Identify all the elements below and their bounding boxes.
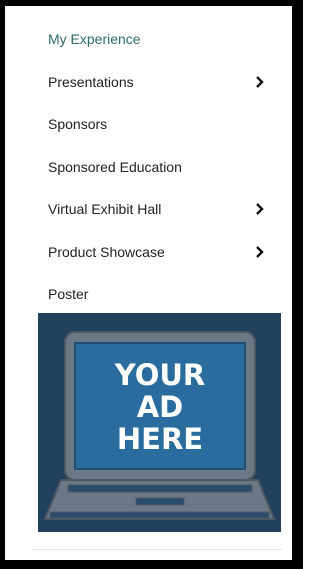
chevron-right-icon[interactable] — [255, 188, 264, 231]
menu-item-presentations[interactable]: Presentations — [28, 61, 288, 104]
chevron-right-icon[interactable] — [255, 61, 264, 104]
laptop-illustration: YOUR AD HERE — [43, 331, 276, 520]
divider — [32, 549, 282, 550]
ad-text-line-1: YOUR — [114, 358, 206, 392]
menu-item-sponsored-education[interactable]: Sponsored Education — [28, 146, 288, 189]
chevron-right-icon[interactable] — [255, 231, 264, 274]
menu-item-label: Virtual Exhibit Hall — [48, 201, 162, 218]
menu-item-sponsors[interactable]: Sponsors — [28, 103, 288, 146]
menu-item-my-experience[interactable]: My Experience — [28, 18, 288, 61]
menu-item-label: My Experience — [48, 31, 141, 48]
menu-item-virtual-exhibit-hall[interactable]: Virtual Exhibit Hall — [28, 188, 288, 231]
menu-item-label: Presentations — [48, 73, 134, 90]
ad-text-line-3: HERE — [117, 422, 203, 456]
menu-item-label: Sponsored Education — [48, 158, 182, 175]
menu-item-label: Product Showcase — [48, 243, 165, 260]
ad-banner[interactable]: YOUR AD HERE — [38, 313, 281, 532]
ad-text-line-2: AD — [137, 390, 184, 424]
sidebar-menu: My Experience Presentations Sponsors Spo… — [28, 18, 288, 316]
menu-item-product-showcase[interactable]: Product Showcase — [28, 231, 288, 274]
menu-item-label: Poster — [48, 286, 89, 303]
menu-item-poster[interactable]: Poster — [28, 273, 288, 316]
menu-item-label: Sponsors — [48, 116, 108, 133]
